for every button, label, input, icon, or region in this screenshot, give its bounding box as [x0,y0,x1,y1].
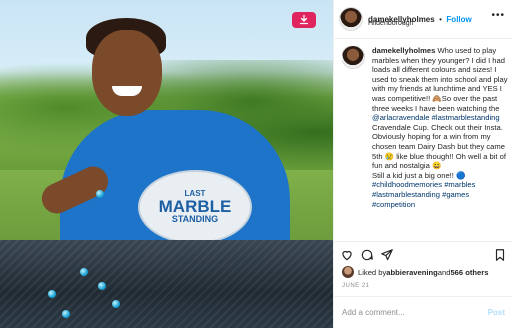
post-photo[interactable]: LAST MARBLE STANDING [0,0,333,328]
glass-table [0,240,333,328]
save-to-pinterest-button[interactable] [292,12,316,28]
post-comment-button[interactable]: Post [488,308,505,317]
caption-avatar[interactable] [342,46,364,68]
post-actions [334,241,512,266]
more-icon[interactable]: ••• [491,10,505,21]
hashtag-link[interactable]: #marbles [444,180,475,189]
person-face [92,30,162,116]
hashtag-link[interactable]: #lastmarblestanding [372,190,440,199]
liker-avatar [342,266,354,278]
comment-input[interactable]: Add a comment... [342,308,405,317]
likes-summary: Liked by abbieravening and 566 others [342,266,488,278]
liker-username[interactable]: abbieravening [386,268,437,277]
likes-count[interactable]: 566 others [450,268,488,277]
comment-box: Add a comment... Post [334,296,512,329]
mention-link[interactable]: @arlacravendale [372,113,430,122]
caption-text-1: Who used to play marbles when they young… [372,46,508,113]
follow-button[interactable]: Follow [446,15,471,24]
shirt-logo-line2: MARBLE [158,197,232,216]
hashtag-link[interactable]: #competition [372,200,415,209]
likes-prefix: Liked by [358,267,387,277]
marble [80,268,88,276]
location-link[interactable]: Hildenborough [368,20,414,27]
bookmark-icon[interactable] [493,248,507,262]
caption-text: damekellyholmes Who used to play marbles… [372,46,508,209]
caption-username[interactable]: damekellyholmes [372,46,435,55]
hashtag-link[interactable]: #childhoodmemories [372,180,442,189]
marble [96,190,104,198]
follow-separator: • [439,15,442,24]
shirt-logo: LAST MARBLE STANDING [138,170,252,244]
marble [48,290,56,298]
share-icon[interactable] [380,248,394,262]
post-header: damekellyholmes • Follow Hildenborough •… [334,0,512,39]
comment-icon[interactable] [360,248,374,262]
hashtag-link[interactable]: #lastmarblestanding [432,113,500,122]
hashtag-link[interactable]: #games [442,190,469,199]
marble [62,310,70,318]
post-date[interactable]: JUNE 21 [342,283,370,289]
marble [112,300,120,308]
heart-icon[interactable] [340,248,354,262]
post-details-panel: damekellyholmes • Follow Hildenborough •… [333,0,512,328]
marble [98,282,106,290]
likes-middle: and [437,267,451,277]
save-to-pinterest-icon [299,14,309,25]
caption-text-3: Cravendale Cup. Check out their Insta. O… [372,122,506,171]
shirt-logo-line3: STANDING [171,214,219,224]
caption: damekellyholmes Who used to play marbles… [342,46,508,236]
avatar[interactable] [340,8,362,30]
caption-text-4: Still a kid just a big one!! 🔵 [372,170,466,180]
